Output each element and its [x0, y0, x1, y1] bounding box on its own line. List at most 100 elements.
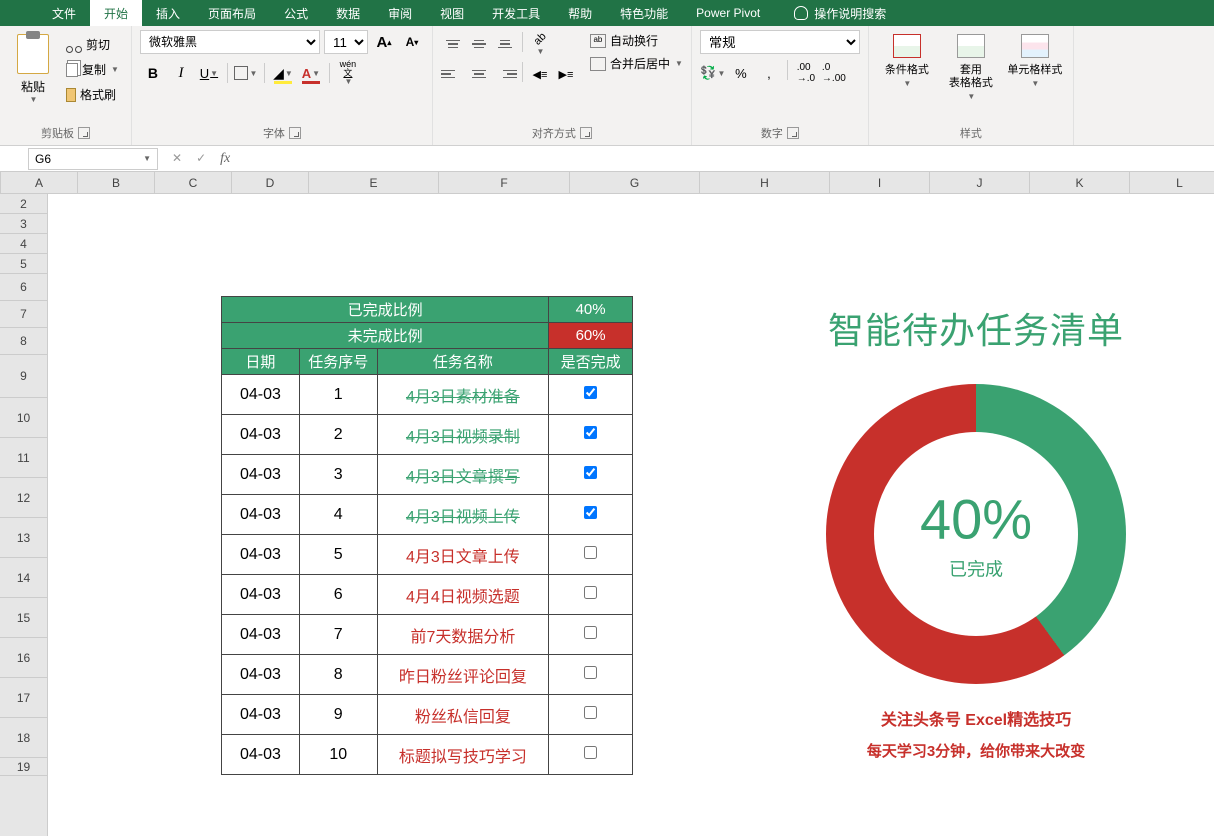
dialog-launcher-icon[interactable] [289, 127, 301, 139]
row-header-14[interactable]: 14 [0, 558, 47, 598]
cell-styles-button[interactable]: 单元格样式▼ [1005, 30, 1065, 102]
align-bottom-button[interactable] [493, 32, 517, 56]
row-header-12[interactable]: 12 [0, 478, 47, 518]
column-header-E[interactable]: E [309, 172, 439, 193]
task-checkbox[interactable] [584, 546, 597, 559]
increase-font-button[interactable]: A▴ [372, 30, 396, 54]
font-name-select[interactable]: 微软雅黑 [140, 30, 320, 54]
underline-button[interactable]: U▼ [196, 60, 222, 86]
border-button[interactable]: ▼ [233, 60, 259, 86]
align-right-button[interactable] [493, 62, 517, 86]
row-header-6[interactable]: 6 [0, 274, 47, 301]
row-header-3[interactable]: 3 [0, 214, 47, 234]
column-header-G[interactable]: G [570, 172, 700, 193]
decrease-font-button[interactable]: A▾ [400, 30, 424, 54]
tab-file[interactable]: 文件 [38, 0, 90, 26]
wrap-text-button[interactable]: ab自动换行 [590, 32, 683, 49]
column-header-B[interactable]: B [78, 172, 155, 193]
row-header-11[interactable]: 11 [0, 438, 47, 478]
column-header-I[interactable]: I [830, 172, 930, 193]
align-center-button[interactable] [467, 62, 491, 86]
task-checkbox[interactable] [584, 706, 597, 719]
row-headers: 2345678910111213141516171819 [0, 194, 48, 836]
increase-decimal-button[interactable]: .00→.0 [793, 60, 819, 86]
format-painter-button[interactable]: 格式刷 [62, 84, 123, 105]
name-box[interactable]: G6▼ [28, 148, 158, 170]
task-checkbox[interactable] [584, 426, 597, 439]
row-header-19[interactable]: 19 [0, 758, 47, 776]
copy-button[interactable]: 复制▼ [62, 59, 123, 80]
tab-insert[interactable]: 插入 [142, 0, 194, 26]
column-header-A[interactable]: A [1, 172, 78, 193]
column-header-D[interactable]: D [232, 172, 309, 193]
tab-formulas[interactable]: 公式 [270, 0, 322, 26]
tab-data[interactable]: 数据 [322, 0, 374, 26]
column-header-K[interactable]: K [1030, 172, 1130, 193]
scissors-icon [66, 37, 82, 53]
fx-icon[interactable]: fx [220, 151, 230, 167]
row-header-7[interactable]: 7 [0, 301, 47, 328]
dialog-launcher-icon[interactable] [78, 127, 90, 139]
column-header-J[interactable]: J [930, 172, 1030, 193]
column-header-C[interactable]: C [155, 172, 232, 193]
dialog-launcher-icon[interactable] [580, 127, 592, 139]
phonetic-button[interactable]: wén文▼ [335, 60, 361, 86]
font-color-button[interactable]: A▼ [298, 60, 324, 86]
tell-me-search[interactable]: 操作说明搜索 [794, 5, 886, 22]
column-header-F[interactable]: F [439, 172, 570, 193]
format-as-table-button[interactable]: 套用 表格格式▼ [941, 30, 1001, 102]
cancel-formula-button[interactable]: ✕ [172, 151, 182, 167]
dialog-launcher-icon[interactable] [787, 127, 799, 139]
row-header-4[interactable]: 4 [0, 234, 47, 254]
percent-button[interactable]: % [728, 60, 754, 86]
tab-developer[interactable]: 开发工具 [478, 0, 554, 26]
align-middle-button[interactable] [467, 32, 491, 56]
task-checkbox[interactable] [584, 506, 597, 519]
row-header-18[interactable]: 18 [0, 718, 47, 758]
conditional-format-button[interactable]: 条件格式▼ [877, 30, 937, 102]
tab-page-layout[interactable]: 页面布局 [194, 0, 270, 26]
font-size-select[interactable]: 11 [324, 30, 368, 54]
bold-button[interactable]: B [140, 60, 166, 86]
row-header-2[interactable]: 2 [0, 194, 47, 214]
cut-button[interactable]: 剪切 [62, 34, 123, 55]
number-format-select[interactable]: 常规 [700, 30, 860, 54]
task-checkbox[interactable] [584, 746, 597, 759]
decrease-decimal-button[interactable]: .0→.00 [821, 60, 847, 86]
formula-input[interactable] [240, 148, 1214, 170]
comma-button[interactable]: , [756, 60, 782, 86]
row-header-8[interactable]: 8 [0, 328, 47, 355]
enter-formula-button[interactable]: ✓ [196, 151, 206, 167]
task-checkbox[interactable] [584, 626, 597, 639]
tab-view[interactable]: 视图 [426, 0, 478, 26]
fill-color-button[interactable]: ◢▼ [270, 60, 296, 86]
tab-help[interactable]: 帮助 [554, 0, 606, 26]
row-header-5[interactable]: 5 [0, 254, 47, 274]
column-header-H[interactable]: H [700, 172, 830, 193]
task-checkbox[interactable] [584, 386, 597, 399]
row-header-9[interactable]: 9 [0, 355, 47, 398]
italic-button[interactable]: I [168, 60, 194, 86]
row-header-10[interactable]: 10 [0, 398, 47, 438]
align-top-button[interactable] [441, 32, 465, 56]
task-checkbox[interactable] [584, 666, 597, 679]
increase-indent-button[interactable]: ▶≡ [554, 62, 578, 86]
task-checkbox[interactable] [584, 466, 597, 479]
column-header-L[interactable]: L [1130, 172, 1214, 193]
row-header-13[interactable]: 13 [0, 518, 47, 558]
merge-center-button[interactable]: 合并后居中▼ [590, 55, 683, 72]
row-header-16[interactable]: 16 [0, 638, 47, 678]
paste-button[interactable]: 粘贴 ▼ [8, 30, 58, 105]
decrease-indent-button[interactable]: ◀≡ [528, 62, 552, 86]
orientation-button[interactable]: ab▼ [528, 32, 552, 56]
task-checkbox[interactable] [584, 586, 597, 599]
tab-special[interactable]: 特色功能 [606, 0, 682, 26]
accounting-format-button[interactable]: 💱▼ [700, 60, 726, 86]
tab-home[interactable]: 开始 [90, 0, 142, 26]
tab-power-pivot[interactable]: Power Pivot [682, 0, 774, 26]
align-left-button[interactable] [441, 62, 465, 86]
row-header-15[interactable]: 15 [0, 598, 47, 638]
row-header-17[interactable]: 17 [0, 678, 47, 718]
tab-review[interactable]: 审阅 [374, 0, 426, 26]
cells-area[interactable]: 已完成比例 40% 未完成比例 60% 日期 任务序号 任务名称 是否完成 04… [48, 194, 1214, 836]
